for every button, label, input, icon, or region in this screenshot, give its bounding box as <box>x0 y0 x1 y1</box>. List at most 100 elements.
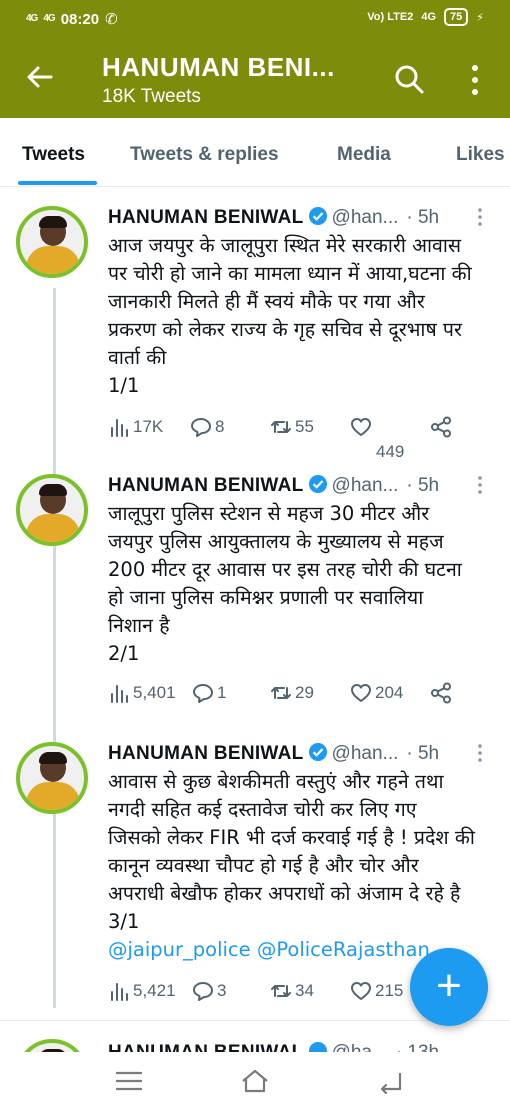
tweet[interactable]: HANUMAN BENIWAL @han... · 5h जालूपुरा पुलि… <box>0 474 510 736</box>
avatar[interactable] <box>16 206 88 278</box>
tweet-text: जालूपुरा पुलिस स्टेशन से महज 30 मीटर और … <box>108 500 500 668</box>
avatar[interactable] <box>16 474 88 546</box>
tweet-time: · 5h <box>406 743 440 764</box>
avatar[interactable] <box>16 742 88 814</box>
like-button[interactable]: 204 <box>350 682 403 704</box>
tweet-line: 2/1 <box>108 642 140 665</box>
retweet-icon <box>271 421 291 433</box>
tweet-actions: 17K 8 55 449 <box>108 416 508 461</box>
heart-icon <box>351 982 371 1000</box>
like-count: 449 <box>376 442 405 461</box>
reply-button[interactable]: 3 <box>192 980 226 1002</box>
search-icon[interactable] <box>394 64 424 94</box>
tab-media[interactable]: Media <box>337 144 391 166</box>
views-count: 5,421 <box>133 981 176 1000</box>
views-count: 17K <box>133 417 164 436</box>
avatar[interactable] <box>16 1039 88 1053</box>
tweet[interactable]: HANUMAN BENIWAL @han... · 5h आज जयपुर के ज… <box>0 206 510 470</box>
signal-icon: 4G <box>26 13 38 24</box>
heart-icon <box>351 418 371 436</box>
whatsapp-icon: ✆ <box>105 11 118 28</box>
tab-likes[interactable]: Likes <box>456 144 505 166</box>
retweet-icon <box>271 687 291 699</box>
reply-icon <box>193 684 213 703</box>
retweet-icon <box>271 985 291 997</box>
active-tab-indicator <box>18 181 97 185</box>
retweet-count: 29 <box>295 683 314 702</box>
compose-tweet-button[interactable]: + <box>410 948 488 1026</box>
tweet-count: 18K Tweets <box>102 86 201 107</box>
tweet-line: 3/1 <box>108 910 140 933</box>
network-label: 4G <box>421 11 437 23</box>
tweet-text: आज जयपुर के जालूपुरा स्थित मेरे सरकारी आ… <box>108 232 500 400</box>
signal-icon-2: 4G <box>43 13 55 24</box>
battery-icon: 75 <box>444 8 469 26</box>
author-handle: @han... <box>331 475 399 496</box>
back-nav-icon[interactable] <box>376 1068 406 1094</box>
retweet-button[interactable]: 55 <box>270 416 314 438</box>
tweet-partial[interactable]: HANUMAN BENIWAL @ha... · 13h <box>0 1020 510 1053</box>
like-count-wrap: 449 <box>376 442 404 462</box>
views-icon <box>111 983 128 1001</box>
system-nav-bar <box>0 1052 510 1110</box>
profile-title: HANUMAN BENI... <box>102 52 335 82</box>
like-count: 215 <box>375 981 404 1000</box>
tweet-line: जालूपुरा पुलिस स्टेशन से महज 30 मीटर और <box>108 502 430 525</box>
author-name: HANUMAN BENIWAL <box>108 475 304 496</box>
tweet-text: आवास से कुछ बेशकीमती वस्तुएं और गहने तथा… <box>108 768 500 964</box>
retweet-button[interactable]: 29 <box>270 682 314 704</box>
tweet-header: HANUMAN BENIWAL @han... · 5h <box>108 742 498 768</box>
volte-label: Vo) LTE2 <box>367 11 414 23</box>
retweet-button[interactable]: 34 <box>270 980 314 1002</box>
reply-icon <box>191 418 211 437</box>
tweet-line: नगदी सहित कई दस्तावेज चोरी कर लिए गए <box>108 798 417 821</box>
like-button[interactable]: 215 <box>350 980 403 1002</box>
tweet-line: जिसको लेकर FIR भी दर्ज करवाई गई है ! प्र… <box>108 826 475 849</box>
tweet-line: कानून व्यवस्था चौपट हो गई है और चोर और <box>108 854 419 877</box>
like-count: 204 <box>375 683 404 702</box>
tweet-line: आवास से कुछ बेशकीमती वस्तुएं और गहने तथा <box>108 770 444 793</box>
retweet-count: 34 <box>295 981 314 1000</box>
tweet-more-icon[interactable] <box>478 744 482 762</box>
tweet-line: जानकारी मिलते ही मैं स्वयं मौके पर गया औ… <box>108 290 425 313</box>
back-arrow-icon[interactable] <box>24 62 54 97</box>
reply-button[interactable]: 1 <box>192 682 226 704</box>
like-button[interactable] <box>350 416 372 438</box>
more-options-icon[interactable] <box>470 64 480 96</box>
tweet-more-icon[interactable] <box>478 476 482 494</box>
tweet-line: प्रकरण को लेकर राज्य के गृह सचिव से दूरभ… <box>108 318 462 341</box>
reply-button[interactable]: 8 <box>190 416 224 438</box>
retweet-count: 55 <box>295 417 314 436</box>
reply-count: 8 <box>215 417 225 436</box>
author-name: HANUMAN BENIWAL <box>108 207 304 228</box>
share-button[interactable] <box>430 682 452 704</box>
views-button[interactable]: 5,401 <box>108 682 176 704</box>
reply-count: 3 <box>217 981 227 1000</box>
share-button[interactable] <box>430 416 452 438</box>
tweet-line: आज जयपुर के जालूपुरा स्थित मेरे सरकारी आ… <box>108 234 462 257</box>
tweet-more-icon[interactable] <box>478 208 482 226</box>
status-bar: 4G 4G 08:20 ✆ Vo) LTE2 4G 75 ⚡ <box>0 8 510 32</box>
views-icon <box>111 419 128 437</box>
profile-tabs: Tweets Tweets & replies Media Likes <box>0 118 510 187</box>
views-button[interactable]: 17K <box>108 416 163 438</box>
author-handle: @han... <box>331 207 399 228</box>
tweet-line: 1/1 <box>108 374 140 397</box>
tweet-header: HANUMAN BENIWAL @han... · 5h <box>108 474 498 500</box>
clock: 08:20 <box>60 10 100 28</box>
reply-icon <box>193 982 213 1001</box>
views-button[interactable]: 5,421 <box>108 980 176 1002</box>
menu-icon[interactable] <box>114 1068 144 1094</box>
reply-count: 1 <box>217 683 227 702</box>
author-name: HANUMAN BENIWAL <box>108 743 304 764</box>
home-icon[interactable] <box>240 1068 270 1094</box>
tweet-actions: 5,401 1 29 204 <box>108 682 508 710</box>
tweet-line: 200 मीटर दूर आवास पर इस तरह चोरी की घटना <box>108 558 462 581</box>
views-count: 5,401 <box>133 683 176 702</box>
tweet-line: हो जाना पुलिस कमिश्नर प्रणाली पर सवालिया <box>108 586 424 609</box>
share-icon <box>431 416 451 438</box>
tab-tweets-replies[interactable]: Tweets & replies <box>130 144 279 166</box>
tab-tweets[interactable]: Tweets <box>22 144 85 166</box>
app-header: 4G 4G 08:20 ✆ Vo) LTE2 4G 75 ⚡ HANUMAN B… <box>0 0 510 118</box>
tweet-line: पर चोरी हो जाने का मामला ध्यान में आया,घ… <box>108 262 472 285</box>
